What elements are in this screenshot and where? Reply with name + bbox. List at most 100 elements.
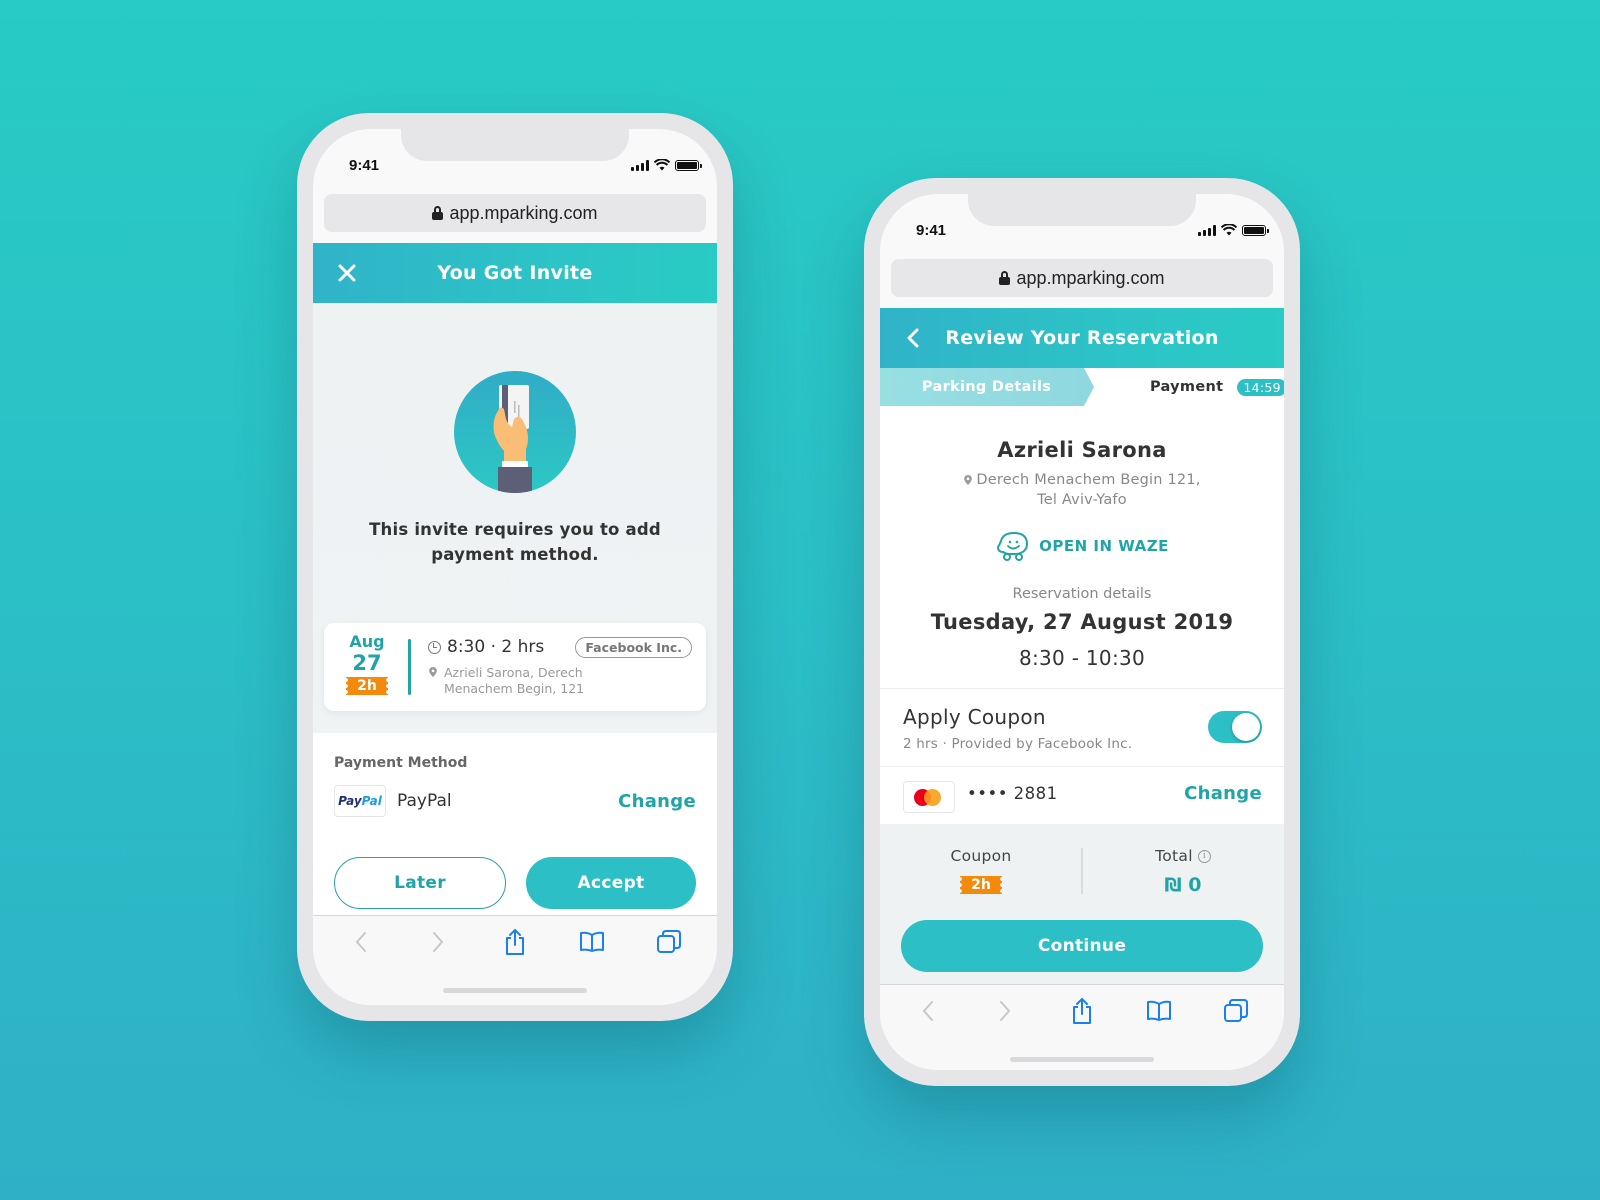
share-icon [505, 928, 524, 955]
back-button[interactable] [911, 995, 945, 1027]
waze-label: OPEN IN WAZE [1039, 537, 1169, 555]
invite-message: This invite requires you to add payment … [369, 520, 661, 564]
change-card-link[interactable]: Change [1184, 783, 1262, 804]
address-line-2: Menachem Begin, 121 [444, 681, 585, 696]
signal-icon [1198, 224, 1216, 236]
page-title: Review Your Reservation [945, 327, 1219, 349]
later-button[interactable]: Later [334, 857, 506, 909]
bookmarks-icon [579, 931, 604, 952]
reservation-time: 8:30 · 2 hrs [428, 637, 544, 657]
stepper: Parking Details Payment 14:59 [880, 368, 1284, 406]
forward-icon [1000, 1001, 1011, 1021]
date-day: 27 [352, 651, 382, 675]
reservation-address: Azrieli Sarona, Derech Menachem Begin, 1… [428, 665, 584, 697]
wifi-icon [654, 159, 670, 171]
time-text: 8:30 · 2 hrs [447, 637, 545, 657]
invite-body: This invite requires you to add payment … [313, 303, 717, 733]
clock-icon [428, 640, 441, 654]
reservation-card[interactable]: Aug 27 2h 8:30 · 2 hrs Facebook Inc. Azr… [324, 623, 706, 711]
reservation-details: Azrieli Sarona Derech Menachem Begin 121… [880, 406, 1284, 688]
card-number: •••• 2881 [967, 784, 1058, 803]
phone-invite: 9:41 app.mparking.com You Got Invite Thi… [297, 113, 733, 1021]
status-icons [1198, 224, 1269, 236]
address-bar[interactable]: app.mparking.com [891, 259, 1273, 297]
app-header: You Got Invite [313, 243, 717, 303]
coupon-badge: 2h [960, 876, 1002, 894]
forward-button[interactable] [421, 926, 455, 958]
share-button[interactable] [1065, 995, 1099, 1027]
back-icon [923, 1001, 934, 1021]
back-icon [356, 932, 367, 952]
status-icons [631, 159, 702, 171]
address-line-2: Tel Aviv-Yafo [1037, 492, 1127, 508]
apply-coupon-row: Apply Coupon 2 hrs · Provided by Faceboo… [880, 688, 1284, 766]
continue-button[interactable]: Continue [901, 920, 1263, 972]
reservation-time-range: 8:30 - 10:30 [1018, 646, 1146, 670]
lock-icon [999, 271, 1011, 285]
url-text: app.mparking.com [1016, 267, 1165, 288]
phone-screen: 9:41 app.mparking.com Review Your Reserv… [880, 194, 1284, 1070]
forward-icon [433, 932, 444, 952]
notch [968, 194, 1196, 226]
paypal-logo-icon: Pay Pal [334, 785, 386, 817]
tabs-icon [1223, 999, 1248, 1022]
change-payment-link[interactable]: Change [618, 791, 696, 812]
tabs-icon [656, 930, 681, 953]
forward-button[interactable] [988, 995, 1022, 1027]
browser-toolbar [313, 915, 717, 1005]
countdown-timer: 14:59 [1237, 378, 1284, 396]
divider [408, 639, 411, 695]
lock-icon [432, 206, 444, 220]
accept-button[interactable]: Accept [526, 857, 696, 909]
back-button[interactable] [902, 326, 926, 350]
browser-toolbar [880, 984, 1284, 1070]
close-button[interactable] [335, 261, 359, 285]
page-title: You Got Invite [437, 262, 593, 284]
address-bar[interactable]: app.mparking.com [324, 194, 706, 232]
status-time: 9:41 [349, 157, 380, 174]
total-value: ₪ 0 [1164, 874, 1202, 896]
step-payment: Payment 14:59 [1150, 368, 1284, 406]
waze-icon [997, 531, 1029, 561]
battery-icon [675, 159, 702, 171]
toggle-knob [1232, 713, 1260, 741]
reservation-date: Tuesday, 27 August 2019 [930, 610, 1234, 634]
signal-icon [631, 159, 649, 171]
tabs-button[interactable] [652, 926, 686, 958]
date-month: Aug [349, 632, 385, 651]
coupon-summary-label: Coupon [950, 847, 1012, 865]
info-icon[interactable]: i [1197, 849, 1211, 863]
payment-method-name: PayPal [397, 791, 452, 811]
mastercard-icon [903, 781, 955, 813]
price-summary: Coupon 2h Total i ₪ 0 Continue [880, 824, 1284, 984]
coupon-subtitle: 2 hrs · Provided by Facebook Inc. [903, 736, 1133, 752]
open-in-waze-link[interactable]: OPEN IN WAZE [880, 530, 1284, 562]
logo-part-b: Pal [361, 794, 382, 808]
apply-coupon-toggle[interactable] [1208, 711, 1262, 743]
home-indicator [1010, 1057, 1154, 1062]
payment-method-label: Payment Method [334, 755, 468, 771]
company-chip: Facebook Inc. [575, 637, 692, 658]
bookmarks-button[interactable] [1142, 995, 1176, 1027]
app-header: Review Your Reservation [880, 308, 1284, 368]
home-indicator [443, 988, 587, 993]
parking-name: Azrieli Sarona [997, 438, 1167, 462]
total-summary: Total i ₪ 0 [1082, 846, 1284, 896]
logo-part-a: Pay [338, 794, 362, 808]
duration-badge: 2h [346, 677, 388, 695]
action-buttons: Later Accept [334, 857, 696, 909]
share-icon [1072, 997, 1091, 1024]
back-button[interactable] [344, 926, 378, 958]
share-button[interactable] [498, 926, 532, 958]
phone-review: 9:41 app.mparking.com Review Your Reserv… [864, 178, 1300, 1086]
phone-screen: 9:41 app.mparking.com You Got Invite Thi… [313, 129, 717, 1005]
status-time: 9:41 [916, 222, 947, 239]
reservation-label: Reservation details [1012, 586, 1152, 602]
step-parking-details[interactable]: Parking Details [880, 368, 1094, 406]
bookmarks-button[interactable] [575, 926, 609, 958]
tabs-button[interactable] [1219, 995, 1253, 1027]
close-icon [338, 264, 356, 282]
notch [401, 129, 629, 161]
url-text: app.mparking.com [449, 202, 598, 223]
payment-method-row: Pay Pal PayPal Change [334, 785, 696, 817]
